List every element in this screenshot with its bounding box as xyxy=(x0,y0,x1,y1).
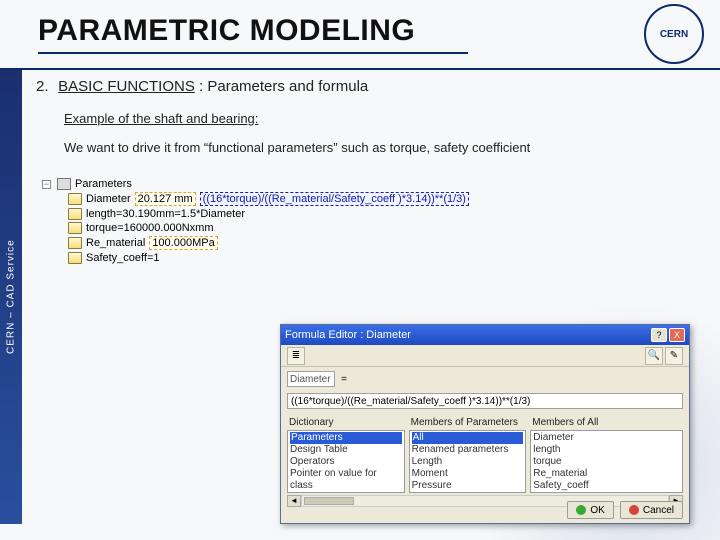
members-all-header: Members of All xyxy=(530,415,683,430)
re-value-highlight: 100.000MPa xyxy=(149,236,217,250)
section-heading: 2. BASIC FUNCTIONS : Parameters and form… xyxy=(36,78,696,95)
tree-root[interactable]: − Parameters xyxy=(42,177,696,191)
list-item[interactable]: All xyxy=(412,432,524,444)
members-all-list[interactable]: Diameter length torque Re_material Safet… xyxy=(530,430,683,493)
list-item[interactable]: Parameters xyxy=(290,432,402,444)
scroll-left-icon[interactable]: ◄ xyxy=(287,495,301,507)
tree-node-torque[interactable]: torque=160000.000Nxmm xyxy=(68,221,696,235)
section-rest: : Parameters and formula xyxy=(195,78,368,95)
parameters-tree: − Parameters Diameter 20.127 mm ((16*tor… xyxy=(42,177,696,265)
slide: PARAMETRIC MODELING CERN CERN – CAD Serv… xyxy=(0,0,720,540)
equals-label: = xyxy=(341,374,347,385)
param-label: length=30.190mm=1.5*Diameter xyxy=(86,208,245,220)
list-item[interactable]: Renamed parameters xyxy=(412,444,524,456)
cancel-button[interactable]: Cancel xyxy=(620,501,683,519)
section-number: 2. xyxy=(36,78,54,95)
toolbar-icon-left[interactable]: ≣ xyxy=(287,347,305,365)
section-underlined: BASIC FUNCTIONS xyxy=(58,78,195,95)
list-item[interactable]: length xyxy=(533,444,680,456)
members-all-column: Members of All Diameter length torque Re… xyxy=(530,415,683,493)
list-item[interactable]: Design Table xyxy=(290,444,402,456)
title-underline xyxy=(38,52,468,54)
formula-input[interactable] xyxy=(287,393,683,409)
tree-node-diameter[interactable]: Diameter 20.127 mm ((16*torque)/((Re_mat… xyxy=(68,191,696,207)
dictionary-column: Dictionary Parameters Design Table Opera… xyxy=(287,415,405,493)
list-item[interactable]: Relations\Formula.1\Activity xyxy=(533,492,680,493)
formula-editor-window: Formula Editor : Diameter ? X ≣ 🔍 ✎ = Di… xyxy=(280,324,690,524)
dictionary-header: Dictionary xyxy=(287,415,405,430)
list-item[interactable]: Re_material xyxy=(533,468,680,480)
param-icon xyxy=(68,237,82,249)
param-icon xyxy=(68,222,82,234)
list-item[interactable]: Operators xyxy=(290,456,402,468)
ok-button[interactable]: OK xyxy=(567,501,613,519)
members-params-header: Members of Parameters xyxy=(409,415,527,430)
list-item[interactable]: Pressure xyxy=(412,480,524,492)
picker-columns: Dictionary Parameters Design Table Opera… xyxy=(281,415,689,493)
window-titlebar[interactable]: Formula Editor : Diameter ? X xyxy=(281,325,689,345)
close-button[interactable]: X xyxy=(669,328,685,342)
diameter-value-highlight: 20.127 mm xyxy=(135,192,196,206)
list-item[interactable]: Safety_coeff xyxy=(533,480,680,492)
toolbar-icon-edit[interactable]: ✎ xyxy=(665,347,683,365)
parameter-name-input[interactable] xyxy=(287,371,335,387)
window-title: Formula Editor : Diameter xyxy=(285,329,411,341)
cancel-label: Cancel xyxy=(643,505,674,516)
list-item[interactable]: Pointer on value for class xyxy=(290,468,402,492)
param-label: Diameter xyxy=(86,193,131,205)
list-item[interactable]: Real xyxy=(412,492,524,493)
content: 2. BASIC FUNCTIONS : Parameters and form… xyxy=(36,78,696,265)
name-row: = xyxy=(281,367,689,391)
help-button[interactable]: ? xyxy=(651,328,667,342)
list-item[interactable]: RC Manufacturing xyxy=(290,492,402,493)
header: PARAMETRIC MODELING CERN xyxy=(0,0,720,70)
tree-node-safety[interactable]: Safety_coeff=1 xyxy=(68,251,696,265)
tree-node-re-material[interactable]: Re_material 100.000MPa xyxy=(68,235,696,251)
dictionary-list[interactable]: Parameters Design Table Operators Pointe… xyxy=(287,430,405,493)
members-params-column: Members of Parameters All Renamed parame… xyxy=(409,415,527,493)
param-icon xyxy=(68,252,82,264)
page-title: PARAMETRIC MODELING xyxy=(38,14,415,48)
toolbar-icon-inspect[interactable]: 🔍 xyxy=(645,347,663,365)
dialog-buttons: OK Cancel xyxy=(567,501,683,519)
param-icon xyxy=(68,208,82,220)
tree-node-length[interactable]: length=30.190mm=1.5*Diameter xyxy=(68,207,696,221)
folder-icon xyxy=(57,178,71,190)
list-item[interactable]: Moment xyxy=(412,468,524,480)
param-icon xyxy=(68,193,82,205)
scroll-thumb[interactable] xyxy=(304,497,354,505)
editor-toolbar: ≣ 🔍 ✎ xyxy=(281,345,689,367)
param-label: Re_material xyxy=(86,237,145,249)
left-sidebar-label: CERN – CAD Service xyxy=(0,70,22,524)
param-label: torque=160000.000Nxmm xyxy=(86,222,214,234)
tree-root-label: Parameters xyxy=(75,178,132,190)
window-buttons: ? X xyxy=(651,328,685,342)
description-text: We want to drive it from “functional par… xyxy=(64,140,696,155)
param-label: Safety_coeff=1 xyxy=(86,252,160,264)
list-item[interactable]: torque xyxy=(533,456,680,468)
collapse-icon[interactable]: − xyxy=(42,180,51,189)
members-params-list[interactable]: All Renamed parameters Length Moment Pre… xyxy=(409,430,527,493)
formula-row xyxy=(281,391,689,415)
list-item[interactable]: Length xyxy=(412,456,524,468)
example-heading: Example of the shaft and bearing: xyxy=(64,111,696,126)
list-item[interactable]: Diameter xyxy=(533,432,680,444)
ok-label: OK xyxy=(590,505,604,516)
diameter-formula-highlight: ((16*torque)/((Re_material/Safety_coeff … xyxy=(200,192,469,206)
cern-logo: CERN xyxy=(644,4,704,64)
